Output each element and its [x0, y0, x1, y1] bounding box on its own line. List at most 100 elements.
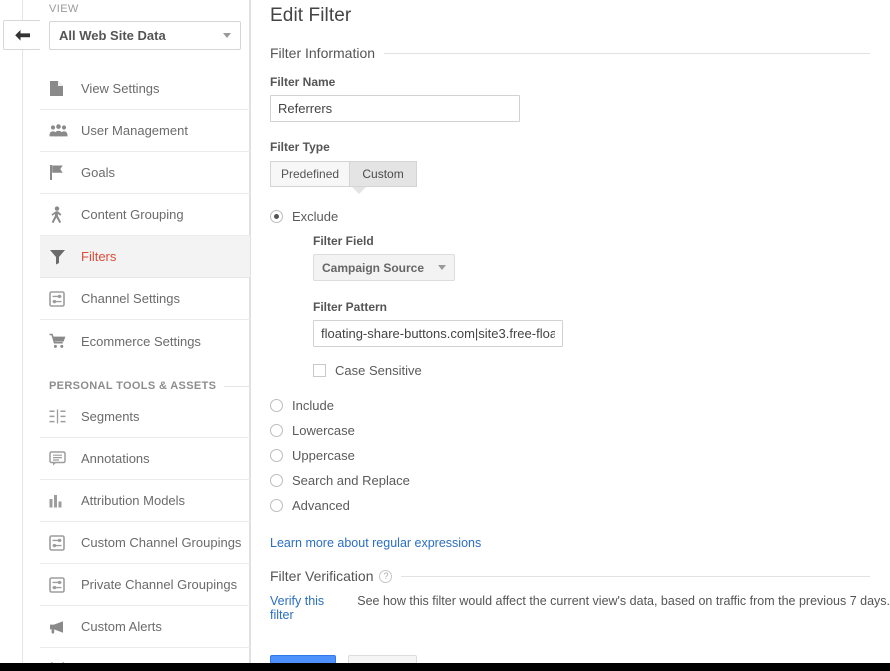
sidebar-item-label: Channel Settings [81, 291, 181, 306]
sidebar-item-custom-alerts[interactable]: Custom Alerts [40, 606, 250, 648]
funnel-icon [49, 245, 75, 269]
filter-verification-header: Filter Verification ? [270, 568, 890, 584]
radio-lowercase-input[interactable] [270, 424, 283, 437]
sidebar-section-header: PERSONAL TOOLS & ASSETS [40, 362, 250, 396]
sidebar-item-label: Ecommerce Settings [81, 333, 201, 349]
page-title: Edit Filter [270, 5, 352, 26]
verify-description: See how this filter would affect the cur… [357, 594, 890, 608]
sidebar-item-ecommerce-settings[interactable]: Ecommerce Settings [40, 320, 250, 362]
radio-exclude-label: Exclude [292, 209, 339, 224]
sliders-icon [49, 287, 75, 311]
sidebar-item-label: User Management [81, 123, 188, 138]
sidebar-nav: View Settings User Management Goals Cont… [40, 68, 257, 671]
sidebar: VIEW All Web Site Data View Settings Use… [40, 0, 257, 671]
filter-type-tabs: Predefined Custom [270, 161, 418, 194]
sidebar-item-label: Attribution Models [81, 493, 186, 508]
tab-selected-arrow-icon [352, 187, 366, 194]
filter-pattern-label: Filter Pattern [313, 300, 388, 314]
sidebar-item-label: Custom Alerts [81, 619, 162, 634]
tab-custom[interactable]: Custom [350, 161, 418, 187]
megaphone-icon [49, 615, 75, 639]
bar-chart-icon [49, 489, 75, 513]
case-sensitive-row[interactable]: Case Sensitive [313, 363, 890, 378]
sidebar-item-label: Segments [81, 409, 140, 424]
sidebar-item-private-channel-groupings[interactable]: Private Channel Groupings [40, 564, 250, 606]
filter-name-label: Filter Name [270, 75, 336, 89]
radio-advanced-label: Advanced [292, 498, 350, 513]
view-selector[interactable]: All Web Site Data [49, 21, 241, 50]
radio-exclude[interactable]: Exclude [270, 209, 890, 224]
sidebar-item-label: Goals [81, 165, 115, 180]
sidebar-item-attribution-models[interactable]: Attribution Models [40, 480, 250, 522]
regex-help-link[interactable]: Learn more about regular expressions [270, 536, 481, 550]
sidebar-item-label: Custom Channel Groupings [81, 535, 242, 550]
left-rail [0, 0, 41, 671]
filter-information-header: Filter Information [270, 45, 890, 61]
sidebar-section-label: PERSONAL TOOLS & ASSETS [49, 380, 217, 392]
rail-divider [22, 0, 23, 671]
sidebar-item-view-settings[interactable]: View Settings [40, 68, 250, 110]
view-label: VIEW [49, 3, 79, 15]
radio-lowercase-label: Lowercase [292, 423, 355, 438]
filter-verification-label: Filter Verification [270, 568, 374, 584]
edit-filter-page: VIEW All Web Site Data View Settings Use… [0, 0, 890, 671]
radio-exclude-input[interactable] [270, 210, 283, 223]
section-divider [401, 575, 870, 577]
view-selector-value: All Web Site Data [59, 28, 166, 43]
tab-predefined[interactable]: Predefined [270, 161, 351, 187]
back-arrow-icon[interactable] [3, 20, 41, 50]
radio-uppercase-input[interactable] [270, 449, 283, 462]
help-icon[interactable]: ? [379, 569, 393, 583]
sidebar-item-label: View Settings [81, 81, 160, 96]
sidebar-item-user-management[interactable]: User Management [40, 110, 250, 152]
flag-icon [49, 161, 75, 185]
radio-uppercase[interactable]: Uppercase [270, 448, 890, 463]
sidebar-item-annotations[interactable]: Annotations [40, 438, 250, 480]
case-sensitive-label: Case Sensitive [335, 363, 422, 378]
radio-search-and-replace[interactable]: Search and Replace [270, 473, 890, 488]
radio-advanced-input[interactable] [270, 499, 283, 512]
main-content: Edit Filter Filter Information Filter Na… [251, 0, 890, 671]
sidebar-item-label: Annotations [81, 451, 150, 466]
filter-type-label: Filter Type [270, 140, 330, 154]
radio-include-input[interactable] [270, 399, 283, 412]
verify-this-filter-link[interactable]: Verify this filter [270, 594, 339, 622]
sidebar-item-goals[interactable]: Goals [40, 152, 250, 194]
radio-advanced[interactable]: Advanced [270, 498, 890, 513]
bottom-bar [0, 663, 890, 671]
sidebar-item-label: Private Channel Groupings [81, 577, 238, 592]
comment-icon [49, 447, 75, 471]
chevron-down-icon [438, 265, 447, 270]
sidebar-item-content-grouping[interactable]: Content Grouping [40, 194, 250, 236]
radio-include-label: Include [292, 398, 334, 413]
radio-search-and-replace-input[interactable] [270, 474, 283, 487]
filter-field-value: Campaign Source [322, 260, 425, 275]
exclude-details: Filter Field Campaign Source Filter Patt… [313, 234, 890, 347]
sidebar-item-segments[interactable]: Segments [40, 396, 250, 438]
sliders-icon [49, 531, 75, 555]
filter-field-dropdown[interactable]: Campaign Source [313, 254, 456, 281]
radio-lowercase[interactable]: Lowercase [270, 423, 890, 438]
radio-include[interactable]: Include [270, 398, 890, 413]
section-divider [224, 386, 250, 387]
case-sensitive-checkbox[interactable] [313, 364, 326, 377]
sidebar-item-label: Content Grouping [81, 207, 184, 222]
person-running-icon [49, 203, 75, 227]
filter-field-label: Filter Field [313, 234, 374, 248]
radio-uppercase-label: Uppercase [292, 448, 355, 463]
sidebar-item-filters[interactable]: Filters [40, 236, 257, 278]
filter-pattern-input[interactable] [313, 320, 563, 347]
cart-icon [49, 329, 75, 353]
people-icon [49, 119, 75, 143]
segments-icon [49, 405, 75, 429]
filter-name-input[interactable] [270, 95, 520, 122]
sidebar-item-label: Filters [81, 249, 117, 264]
radio-search-and-replace-label: Search and Replace [292, 473, 410, 488]
chevron-down-icon [223, 33, 231, 38]
section-divider [384, 52, 870, 54]
verify-row: Verify this filter See how this filter w… [270, 594, 890, 622]
sidebar-item-channel-settings[interactable]: Channel Settings [40, 278, 250, 320]
sidebar-item-custom-channel-groupings[interactable]: Custom Channel Groupings [40, 522, 250, 564]
filter-information-label: Filter Information [270, 45, 376, 61]
filter-type-options: Include Lowercase Uppercase Search and R… [270, 398, 890, 513]
